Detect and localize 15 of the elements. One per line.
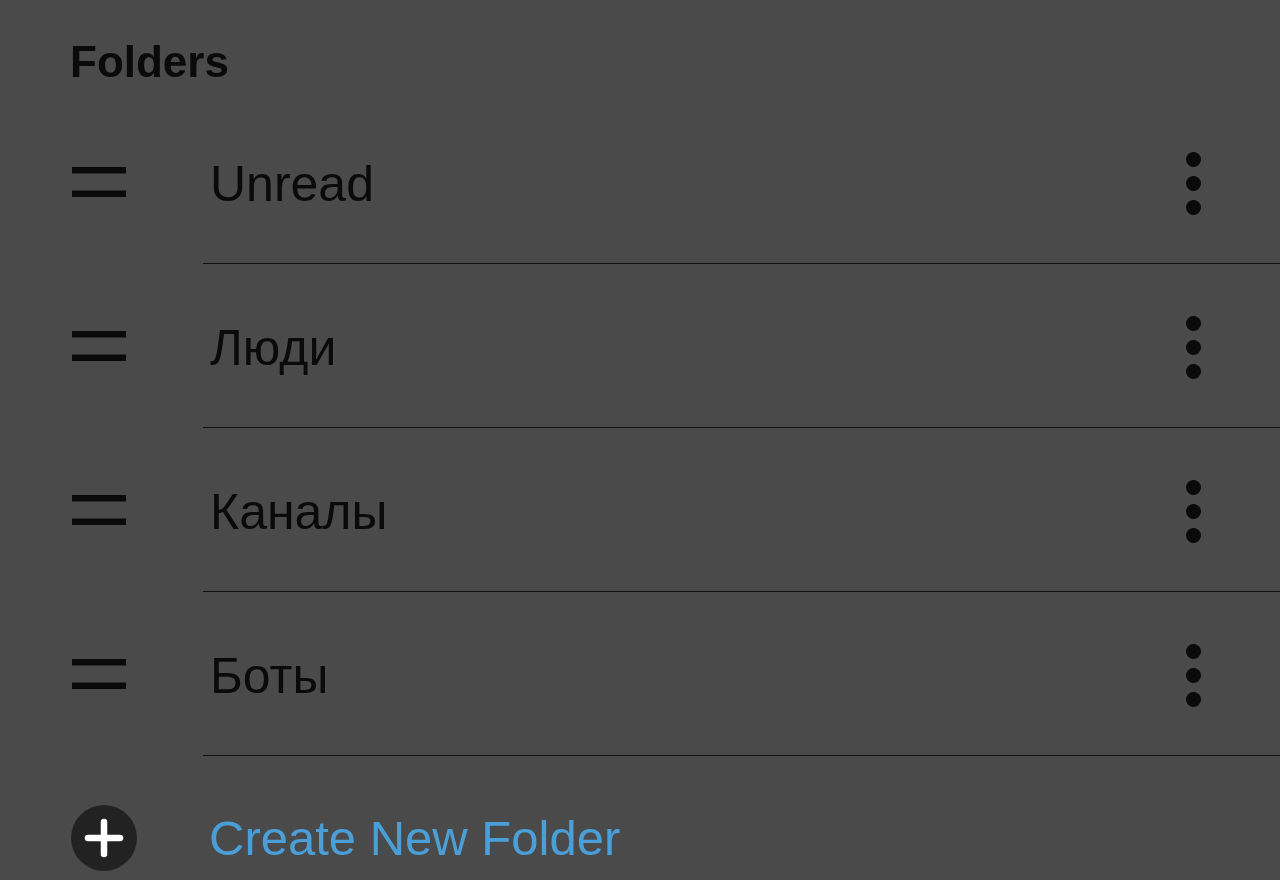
drag-handle-icon[interactable] [72,331,126,361]
folder-name[interactable]: Unread [210,154,374,213]
kebab-menu-icon[interactable] [1186,644,1201,707]
create-folder-button[interactable]: Create New Folder [71,805,621,871]
plus-circle-icon [71,805,137,871]
kebab-menu-icon[interactable] [1186,316,1201,379]
drag-handle-icon[interactable] [72,659,126,689]
folder-name[interactable]: Каналы [210,482,388,541]
folder-name[interactable]: Боты [210,646,329,705]
folder-name[interactable]: Люди [210,318,337,377]
section-title: Folders [70,40,229,84]
drag-handle-icon[interactable] [72,495,126,525]
kebab-menu-icon[interactable] [1186,480,1201,543]
kebab-menu-icon[interactable] [1186,152,1201,215]
drag-handle-icon[interactable] [72,167,126,197]
